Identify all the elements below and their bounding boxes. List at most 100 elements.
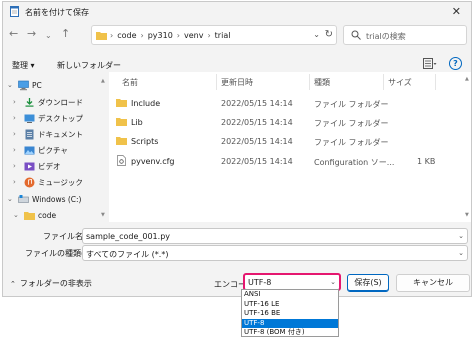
file-list-scrollbar[interactable]: ▲ ▼ <box>465 74 471 220</box>
encoding-option[interactable]: UTF-16 LE <box>242 300 338 310</box>
file-row[interactable]: pyvenv.cfg 2022/05/15 14:14 Configuratio… <box>109 153 471 169</box>
view-options-icon[interactable] <box>423 58 437 70</box>
file-size: 1 KB <box>417 157 436 166</box>
scroll-down-icon[interactable]: ▼ <box>465 212 469 218</box>
column-divider[interactable] <box>435 74 436 90</box>
chevron-down-icon[interactable]: ⌄ <box>7 81 15 89</box>
chevron-down-icon[interactable]: ⌄ <box>458 249 464 257</box>
up-arrow-icon[interactable]: ↑ <box>61 27 70 41</box>
file-name: Include <box>131 99 161 108</box>
filetype-select[interactable]: すべてのファイル (*.*) ⌄ <box>82 245 468 261</box>
breadcrumb-separator: › <box>140 31 144 40</box>
hide-folders-toggle[interactable]: ⌃ フォルダーの非表示 <box>10 278 92 289</box>
nav-item-code[interactable]: ⌄ code <box>13 207 56 223</box>
column-divider[interactable] <box>216 74 217 90</box>
address-bar[interactable]: › code › py310 › venv › trial ⌄ ↻ <box>91 25 337 45</box>
nav-item-label: ドキュメント <box>38 129 83 139</box>
nav-item-videos[interactable]: › ビデオ <box>13 158 61 174</box>
file-date: 2022/05/15 14:14 <box>221 99 293 108</box>
help-icon[interactable]: ? <box>449 57 462 70</box>
chevron-down-icon[interactable]: ⌄ <box>7 195 15 203</box>
organize-button[interactable]: 整理 ▾ <box>12 60 35 71</box>
breadcrumb-separator: › <box>110 31 114 40</box>
file-name: Scripts <box>131 137 159 146</box>
chevron-right-icon[interactable]: › <box>13 178 21 186</box>
nav-item-label: PC <box>32 80 42 90</box>
file-date: 2022/05/15 14:14 <box>221 157 293 166</box>
nav-item-label: デスクトップ <box>38 113 83 123</box>
nav-item-label: ピクチャ <box>38 145 68 155</box>
filename-value: sample_code_001.py <box>86 232 171 241</box>
search-input[interactable]: trialの検索 <box>343 25 467 45</box>
pictures-icon <box>24 146 35 154</box>
file-row[interactable]: Scripts 2022/05/15 14:14 ファイル フォルダー <box>109 133 471 149</box>
nav-item-label: ミュージック <box>38 177 83 187</box>
folder-icon <box>96 32 107 40</box>
recent-chevron-icon[interactable]: ⌄ <box>45 29 52 43</box>
nav-item-desktop[interactable]: › デスクトップ <box>13 110 83 126</box>
pc-icon <box>18 80 29 90</box>
file-name: Lib <box>131 118 143 127</box>
file-name: pyvenv.cfg <box>131 157 175 166</box>
search-placeholder: trialの検索 <box>366 32 406 41</box>
nav-item-documents[interactable]: › ドキュメント <box>13 126 83 142</box>
config-file-icon <box>117 155 126 166</box>
forward-arrow-icon[interactable]: → <box>27 27 36 41</box>
nav-item-pictures[interactable]: › ピクチャ <box>13 142 68 158</box>
encoding-dropdown-list: ANSI UTF-16 LE UTF-16 BE UTF-8 UTF-8 (BO… <box>241 289 339 337</box>
scroll-down-icon[interactable]: ▼ <box>101 212 105 218</box>
chevron-right-icon[interactable]: › <box>13 146 21 154</box>
nav-item-label: Windows (C:) <box>32 194 82 204</box>
nav-item-pc[interactable]: ⌄ PC <box>7 77 42 93</box>
column-header-size[interactable]: サイズ <box>388 77 412 88</box>
back-arrow-icon[interactable]: ← <box>9 27 18 41</box>
close-icon[interactable]: ✕ <box>452 5 461 18</box>
videos-icon <box>24 162 35 170</box>
breadcrumb-venv[interactable]: venv <box>184 31 203 40</box>
breadcrumb-trial[interactable]: trial <box>215 31 231 40</box>
chevron-right-icon[interactable]: › <box>13 98 21 106</box>
scroll-up-icon[interactable]: ▲ <box>465 76 469 82</box>
column-header-name[interactable]: 名前 <box>122 77 138 88</box>
file-row[interactable]: Lib 2022/05/15 14:14 ファイル フォルダー <box>109 114 471 130</box>
column-header-date[interactable]: 更新日時 <box>221 77 253 88</box>
nav-item-label: ダウンロード <box>38 97 83 107</box>
chevron-down-icon[interactable]: ⌄ <box>313 30 320 39</box>
nav-item-music[interactable]: › ミュージック <box>13 174 83 190</box>
encoding-option[interactable]: UTF-8 (BOM 付き) <box>242 328 338 338</box>
filetype-value: すべてのファイル (*.*) <box>86 250 169 259</box>
navigation-pane: ⌄ PC › ダウンロード › デスクトップ › ドキュメント › ピクチャ ›… <box>3 75 101 221</box>
column-header-type[interactable]: 種類 <box>314 77 330 88</box>
column-divider[interactable] <box>383 74 384 90</box>
chevron-down-icon[interactable]: ⌄ <box>458 232 464 240</box>
nav-item-downloads[interactable]: › ダウンロード <box>13 94 83 110</box>
file-date: 2022/05/15 14:14 <box>221 118 293 127</box>
save-button[interactable]: 保存(S) <box>347 274 389 292</box>
encoding-option[interactable]: ANSI <box>242 290 338 300</box>
file-row[interactable]: Include 2022/05/15 14:14 ファイル フォルダー <box>109 95 471 111</box>
window-title: 名前を付けて保存 <box>25 8 89 17</box>
refresh-icon[interactable]: ↻ <box>325 29 333 40</box>
breadcrumb-code[interactable]: code <box>117 31 136 40</box>
chevron-right-icon[interactable]: › <box>13 130 21 138</box>
new-folder-button[interactable]: 新しいフォルダー <box>57 60 121 71</box>
chevron-down-icon[interactable]: ⌄ <box>330 278 336 286</box>
chevron-right-icon[interactable]: › <box>13 114 21 122</box>
nav-item-windows-drive[interactable]: ⌄ Windows (C:) <box>7 191 81 207</box>
cancel-button[interactable]: キャンセル <box>396 274 470 292</box>
notepad-icon <box>10 6 19 17</box>
scroll-up-icon[interactable]: ▲ <box>101 78 105 84</box>
encoding-option-selected[interactable]: UTF-8 <box>242 318 338 328</box>
breadcrumb: › code › py310 › venv › trial <box>110 31 230 40</box>
column-divider[interactable] <box>309 74 310 90</box>
filename-input[interactable]: sample_code_001.py ⌄ <box>82 228 468 244</box>
chevron-right-icon[interactable]: › <box>13 162 21 170</box>
folder-icon <box>24 211 35 220</box>
nav-item-label: ビデオ <box>38 161 61 171</box>
nav-item-label: code <box>38 210 57 220</box>
file-date: 2022/05/15 14:14 <box>221 137 293 146</box>
encoding-option[interactable]: UTF-16 BE <box>242 309 338 319</box>
navigation-scrollbar[interactable]: ▲ ▼ <box>101 75 107 221</box>
chevron-down-icon[interactable]: ⌄ <box>13 211 21 219</box>
breadcrumb-py310[interactable]: py310 <box>148 31 173 40</box>
